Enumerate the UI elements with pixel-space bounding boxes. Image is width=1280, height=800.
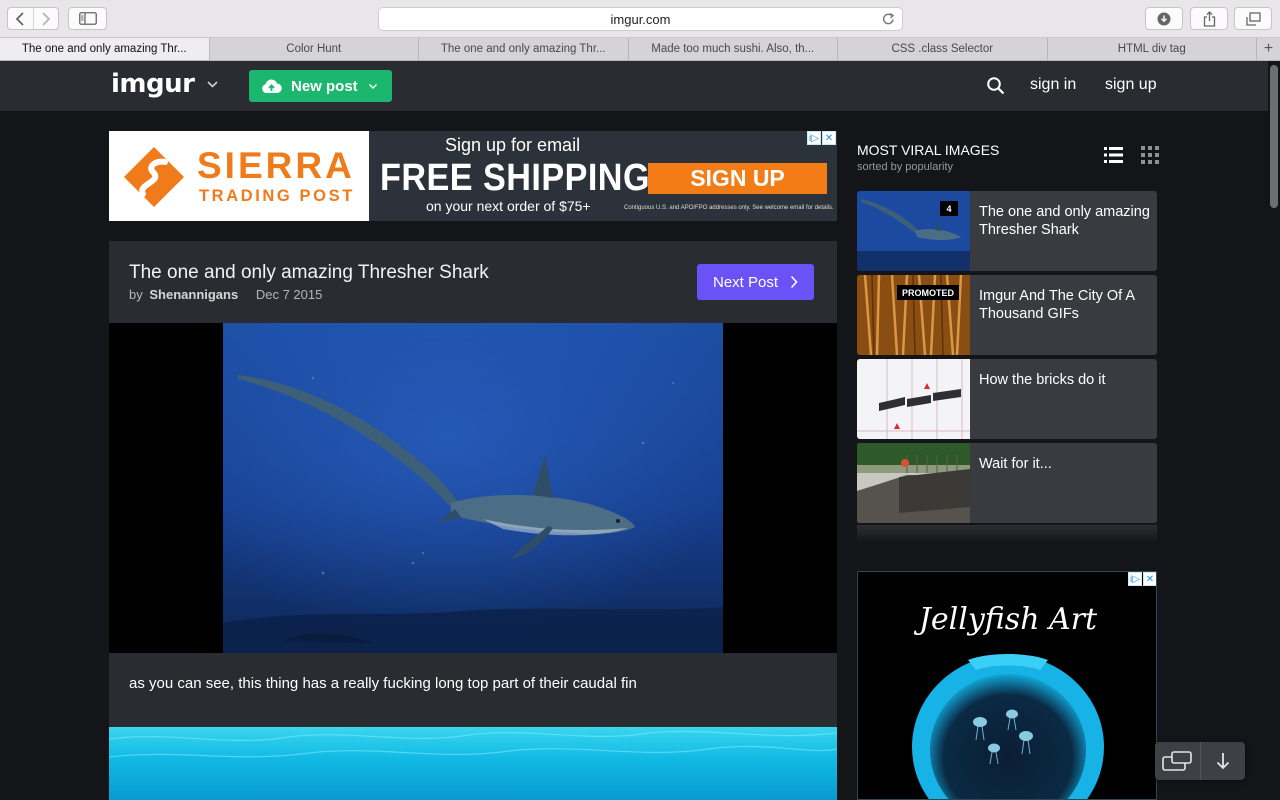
thresher-shark-image[interactable] — [223, 323, 723, 653]
show-tabs-button[interactable] — [1234, 7, 1272, 30]
sidebar-icon — [78, 12, 97, 25]
viral-item-label: Wait for it... — [979, 456, 1052, 472]
chevron-right-icon — [790, 275, 798, 289]
post-media — [109, 323, 837, 653]
new-post-button[interactable]: New post — [249, 70, 392, 102]
downloads-button[interactable] — [1145, 7, 1183, 30]
ad-signup-button[interactable]: SIGN UP — [648, 163, 827, 194]
share-button[interactable] — [1190, 7, 1228, 30]
viral-item[interactable]: Wait for it... — [857, 443, 1157, 523]
pip-icon — [1162, 751, 1193, 771]
share-icon — [1203, 10, 1215, 27]
browser-toolbar: imgur.com — [0, 0, 1280, 38]
viral-thumbnail — [857, 443, 970, 523]
by-label: by — [129, 287, 143, 302]
viral-item-label: The one and only amazing Thresher Shark — [979, 204, 1150, 238]
sierra-logo-mark — [124, 147, 184, 207]
ad-headline: Sign up for email — [445, 135, 581, 155]
address-text: imgur.com — [610, 11, 671, 27]
scrollbar-thumb[interactable] — [1270, 65, 1278, 208]
sidebar-subtitle: sorted by popularity — [857, 161, 953, 173]
search-icon[interactable] — [986, 76, 1006, 96]
tab-3[interactable]: The one and only amazing Thr... — [419, 38, 629, 60]
cloud-upload-icon — [261, 79, 282, 94]
viral-item-label: Imgur And The City Of A Thousand GIFs — [979, 288, 1135, 322]
ad-logo-panel: SIERRA TRADING POST — [109, 131, 369, 221]
chevron-left-icon — [16, 11, 25, 26]
sidebar-toggle-button[interactable] — [68, 7, 107, 30]
post-description: as you can see, this thing has a really … — [129, 675, 637, 692]
scroll-down-button[interactable] — [1199, 742, 1246, 780]
underwater-image[interactable] — [109, 727, 837, 800]
tab-6[interactable]: HTML div tag — [1048, 38, 1257, 60]
grid-view-icon[interactable] — [1141, 146, 1159, 164]
list-fade — [857, 525, 1157, 543]
viral-thumbnail — [857, 359, 970, 439]
site-header: imgur New post sign in sign up — [0, 61, 1268, 111]
download-icon — [1157, 12, 1171, 25]
address-bar[interactable]: imgur.com — [378, 7, 903, 31]
floating-controls — [1155, 742, 1245, 780]
viral-item[interactable]: 4 The one and only amazing Thresher Shar… — [857, 191, 1157, 271]
sign-up-link[interactable]: sign up — [1105, 76, 1157, 94]
history-nav — [7, 7, 59, 30]
ad-offer-detail: on your next order of $75+ — [426, 198, 591, 214]
next-post-button[interactable]: Next Post — [697, 264, 814, 300]
post-description-panel: as you can see, this thing has a really … — [109, 653, 837, 727]
post-header: The one and only amazing Thresher Shark … — [109, 241, 837, 323]
jellyfish-ad-title: Jellyfish Art — [918, 602, 1098, 637]
ad-close-icon[interactable]: ✕ — [1143, 572, 1156, 586]
sidebar-title: MOST VIRAL IMAGES — [857, 142, 1000, 158]
ad-fine-print: Contiguous U.S. and APO/FPO addresses on… — [624, 205, 834, 211]
forward-button[interactable] — [32, 8, 58, 29]
banner-ad[interactable]: SIERRA TRADING POST Sign up for email FR… — [109, 131, 837, 221]
post-author-link[interactable]: Shenannigans — [149, 287, 238, 302]
ad-close-icon[interactable]: ✕ — [822, 131, 836, 145]
chevron-down-icon[interactable] — [206, 79, 219, 89]
tab-bar: The one and only amazing Thr... Color Hu… — [0, 38, 1280, 61]
promoted-badge: PROMOTED — [897, 285, 959, 300]
new-post-label: New post — [291, 77, 358, 95]
sidebar-ad[interactable]: i▷ ✕ Jellyfish Art — [857, 571, 1157, 800]
viral-rank-badge: 4 — [940, 201, 958, 216]
reload-icon[interactable] — [882, 12, 895, 29]
tabs-overview-icon — [1245, 11, 1261, 26]
tab-2[interactable]: Color Hunt — [210, 38, 419, 60]
chevron-down-icon — [368, 83, 378, 90]
post-date: Dec 7 2015 — [255, 287, 323, 302]
adchoices-icon[interactable]: i▷ — [1128, 572, 1142, 586]
viral-item[interactable]: How the bricks do it — [857, 359, 1157, 439]
next-post-label: Next Post — [712, 273, 779, 291]
viral-item-label: How the bricks do it — [979, 372, 1106, 388]
post-title: The one and only amazing Thresher Shark — [129, 262, 489, 283]
imgur-logo[interactable]: imgur — [111, 69, 195, 99]
ad-offer: FREE SHIPPING — [380, 157, 650, 199]
picture-in-picture-button[interactable] — [1155, 742, 1200, 780]
ad-brand-name: SIERRA — [197, 145, 355, 186]
list-view-icon[interactable] — [1104, 146, 1123, 164]
adchoices-icon[interactable]: i▷ — [807, 131, 821, 145]
jellyfish-tank-image — [912, 654, 1104, 799]
new-tab-button[interactable]: + — [1257, 38, 1280, 60]
arrow-down-icon — [1216, 753, 1229, 770]
ad-brand-subtitle: TRADING POST — [199, 187, 355, 205]
sign-in-link[interactable]: sign in — [1030, 76, 1076, 94]
back-button[interactable] — [8, 8, 33, 29]
chevron-right-icon — [42, 11, 51, 26]
tab-4[interactable]: Made too much sushi. Also, th... — [629, 38, 838, 60]
viral-item[interactable]: PROMOTED Imgur And The City Of A Thousan… — [857, 275, 1157, 355]
post-meta: by Shenannigans Dec 7 2015 — [129, 287, 322, 302]
tab-5[interactable]: CSS .class Selector — [838, 38, 1048, 60]
tab-1[interactable]: The one and only amazing Thr... — [0, 38, 210, 60]
